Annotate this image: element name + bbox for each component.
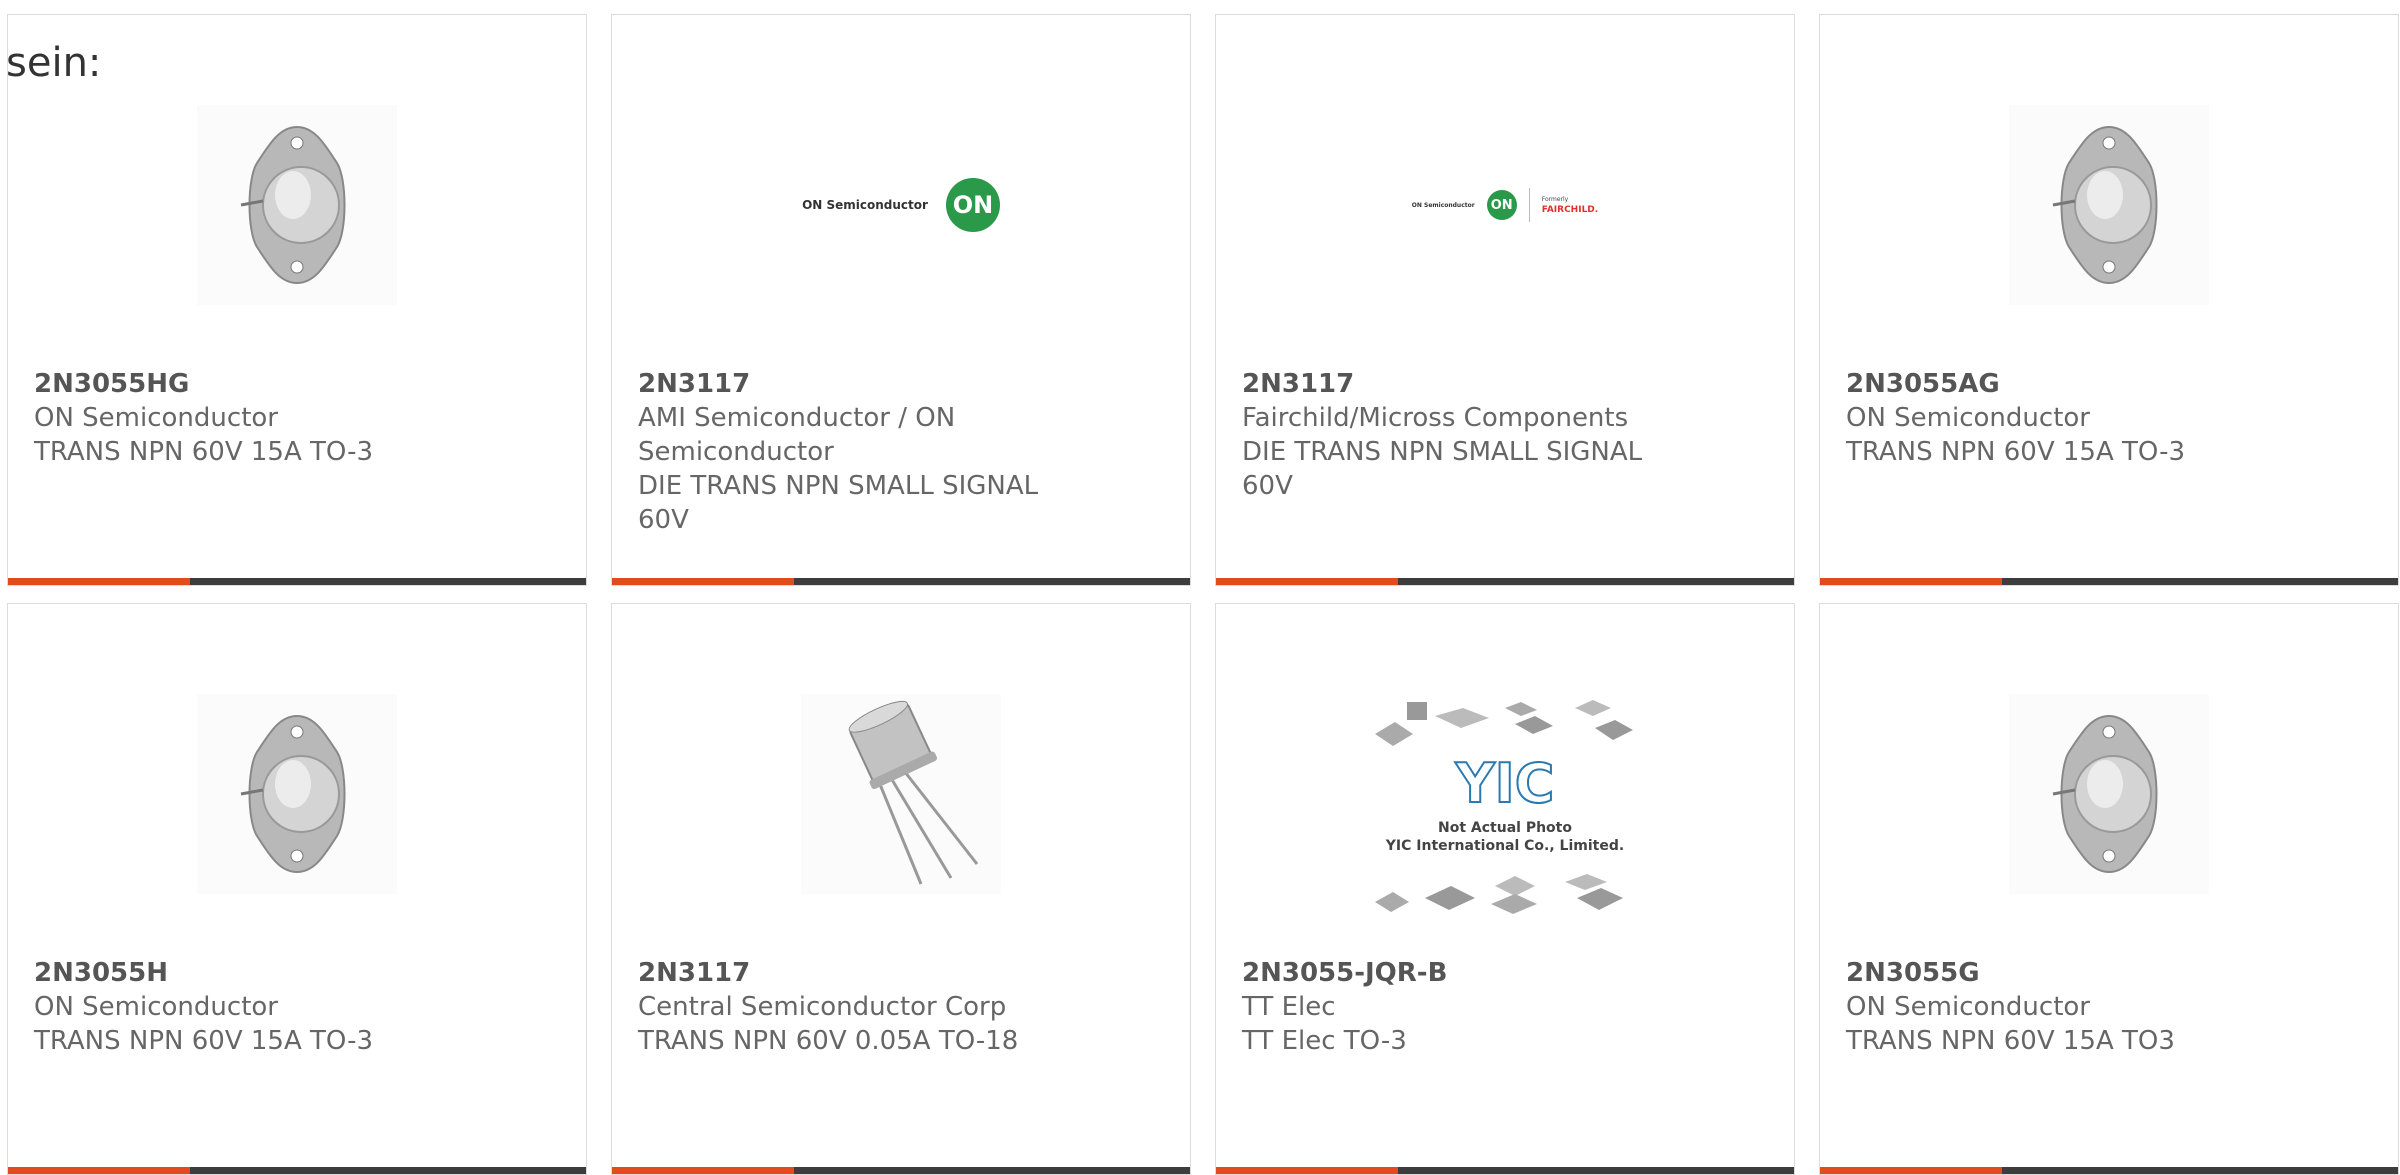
to3-transistor-icon [197,694,397,894]
part-number[interactable]: 2N3055AG [1846,367,2276,401]
accent-bar [8,578,190,585]
manufacturer: TT Elec [1242,992,1336,1022]
manufacturer: AMI Semiconductor / ON Semiconductor [638,403,956,467]
manufacturer: Central Semiconductor Corp [638,992,1007,1022]
product-card[interactable]: 2N3055AG ON Semiconductor TRANS NPN 60V … [1819,14,2399,586]
product-card[interactable]: 2N3117 Central Semiconductor Corp TRANS … [611,603,1191,1175]
manufacturer: ON Semiconductor [34,403,278,433]
chip-cluster-icon [1375,700,1633,746]
product-image[interactable]: ON Semiconductor ON [612,85,1190,325]
to3-transistor-icon [197,105,397,305]
product-image[interactable]: YIC Not Actual Photo YIC International C… [1216,694,1794,934]
card-footer-bar [1820,1167,2398,1174]
part-number[interactable]: 2N3117 [638,367,1068,401]
part-number[interactable]: 2N3117 [1242,367,1672,401]
product-card[interactable]: ON Semiconductor ON Formerly FAIRCHILD. … [1215,14,1795,586]
product-card[interactable]: 2N3055HG ON Semiconductor TRANS NPN 60V … [7,14,587,586]
description: TRANS NPN 60V 0.05A TO-18 [638,1026,1019,1056]
to18-transistor-icon [801,694,1001,894]
on-logo-badge: ON [1486,190,1517,220]
manufacturer: Fairchild/Micross Components [1242,403,1629,433]
description: TRANS NPN 60V 15A TO3 [1846,1026,2175,1056]
logo-text: ON Semiconductor [802,198,928,212]
part-number[interactable]: 2N3055H [34,956,464,990]
product-image[interactable] [1820,85,2398,325]
card-footer-bar [612,1167,1190,1174]
description: TRANS NPN 60V 15A TO-3 [34,1026,374,1056]
yic-placeholder-image: YIC Not Actual Photo YIC International C… [1365,694,1645,934]
accent-bar [8,1167,190,1174]
product-image[interactable] [612,674,1190,914]
accent-bar [612,1167,794,1174]
product-card[interactable]: YIC Not Actual Photo YIC International C… [1215,603,1795,1175]
description: DIE TRANS NPN SMALL SIGNAL 60V [1242,437,1643,501]
manufacturer: ON Semiconductor [34,992,278,1022]
intro-text: sein: [6,40,102,86]
part-number[interactable]: 2N3117 [638,956,1068,990]
description: DIE TRANS NPN SMALL SIGNAL 60V [638,471,1039,535]
product-image[interactable]: ON Semiconductor ON Formerly FAIRCHILD. [1216,85,1794,325]
on-logo-badge: ON [945,178,1000,232]
card-footer-bar [8,1167,586,1174]
product-card[interactable]: ON Semiconductor ON 2N3117 AMI Semicondu… [611,14,1191,586]
description: TRANS NPN 60V 15A TO-3 [34,437,374,467]
part-number[interactable]: 2N3055-JQR-B [1242,956,1672,990]
accent-bar [612,578,794,585]
part-number[interactable]: 2N3055G [1846,956,2276,990]
description: TT Elec TO-3 [1242,1026,1407,1056]
card-footer-bar [8,578,586,585]
formerly-text: Formerly [1541,196,1569,203]
description: TRANS NPN 60V 15A TO-3 [1846,437,2186,467]
card-footer-bar [1820,578,2398,585]
accent-bar [1216,1167,1398,1174]
accent-bar [1820,1167,2002,1174]
yic-logo: YIC [1455,751,1556,816]
fairchild-logo: Formerly FAIRCHILD. [1542,195,1598,215]
on-semiconductor-logo: ON Semiconductor ON [802,178,1000,232]
product-image[interactable] [8,674,586,914]
to3-transistor-icon [2009,694,2209,894]
placeholder-line2: YIC International Co., Limited. [1385,838,1625,854]
product-image[interactable] [8,85,586,325]
manufacturer: ON Semiconductor [1846,992,2090,1022]
accent-bar [1216,578,1398,585]
manufacturer: ON Semiconductor [1846,403,2090,433]
card-footer-bar [1216,578,1794,585]
product-grid: 2N3055HG ON Semiconductor TRANS NPN 60V … [0,0,2400,1175]
chip-cluster-icon [1375,874,1623,914]
product-card[interactable]: 2N3055G ON Semiconductor TRANS NPN 60V 1… [1819,603,2399,1175]
part-number[interactable]: 2N3055HG [34,367,464,401]
card-footer-bar [612,578,1190,585]
fairchild-text: FAIRCHILD. [1541,205,1599,215]
logo-divider [1528,188,1530,222]
logo-text: ON Semiconductor [1411,201,1475,209]
accent-bar [1820,578,2002,585]
to3-transistor-icon [2009,105,2209,305]
card-footer-bar [1216,1167,1794,1174]
placeholder-line1: Not Actual Photo [1438,820,1572,836]
product-image[interactable] [1820,674,2398,914]
on-fairchild-logo: ON Semiconductor ON Formerly FAIRCHILD. [1412,188,1598,222]
product-card[interactable]: 2N3055H ON Semiconductor TRANS NPN 60V 1… [7,603,587,1175]
